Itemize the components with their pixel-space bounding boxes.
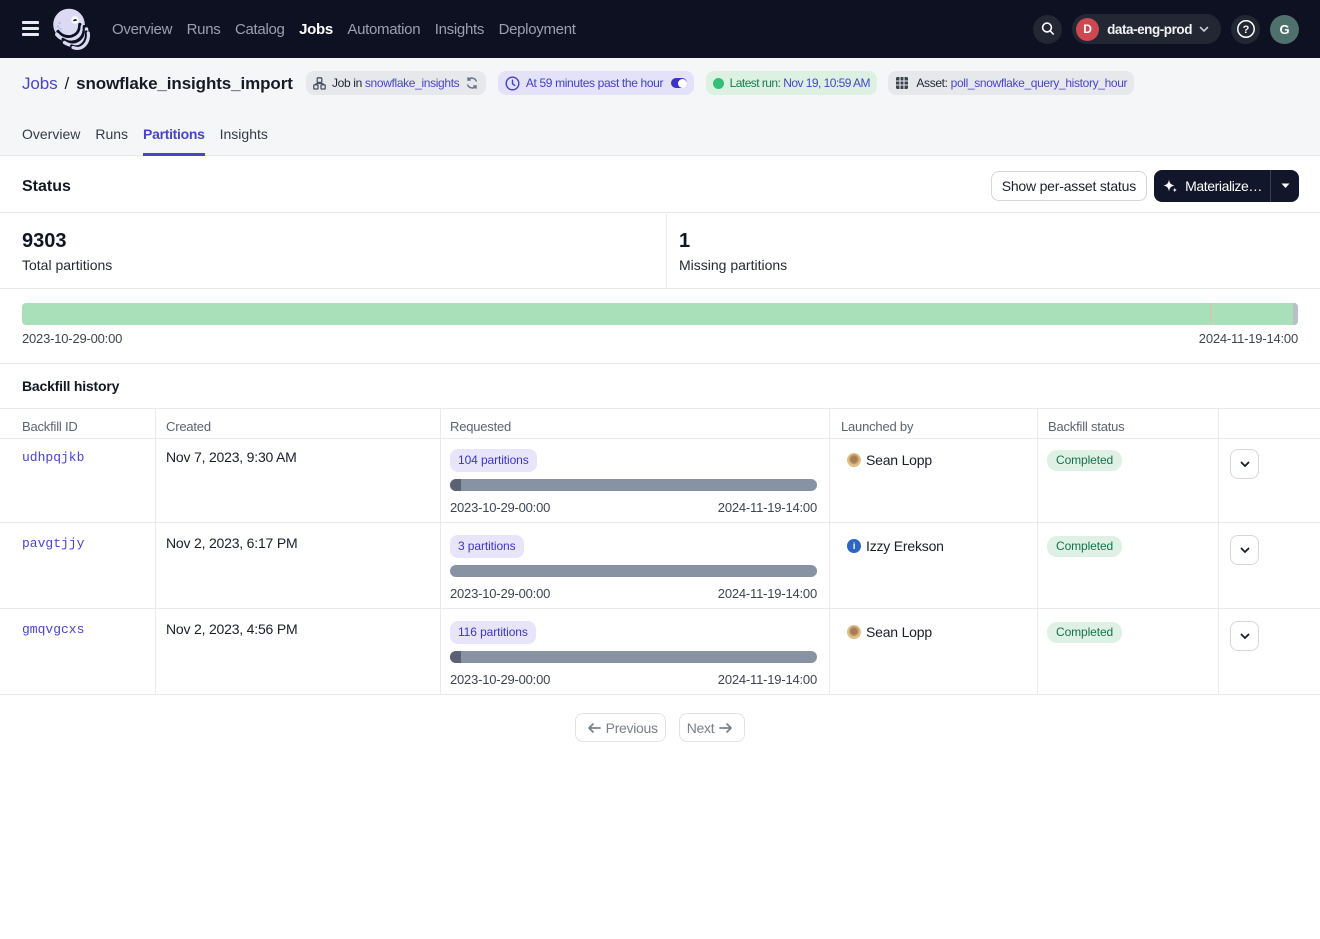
svg-text:?: ?: [1242, 24, 1249, 36]
